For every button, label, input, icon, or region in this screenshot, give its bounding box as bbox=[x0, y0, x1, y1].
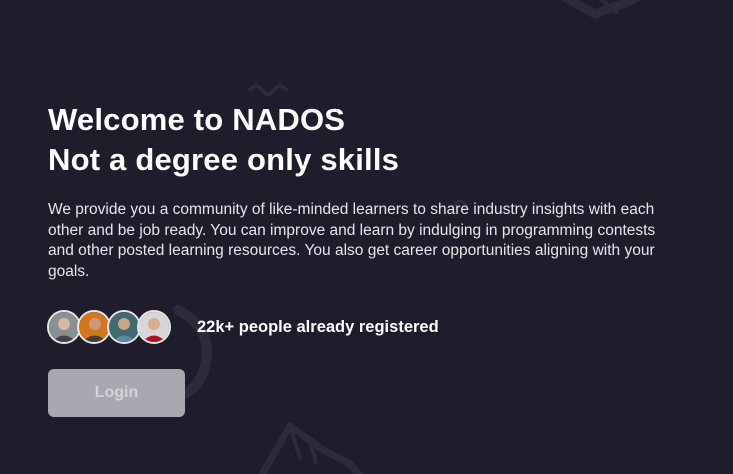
avatar bbox=[47, 310, 81, 344]
page-title: Welcome to NADOS Not a degree only skill… bbox=[48, 100, 399, 180]
title-line-2: Not a degree only skills bbox=[48, 142, 400, 177]
landing-page: Welcome to NADOS Not a degree only skill… bbox=[0, 0, 733, 474]
title-line-1: Welcome to NADOS bbox=[48, 102, 346, 137]
top-doodle-icon bbox=[560, 0, 641, 19]
avatar bbox=[107, 310, 141, 344]
registered-count-text: 22k+ people already registered bbox=[197, 317, 439, 336]
login-button[interactable]: Login bbox=[48, 369, 185, 417]
registered-users-row: 22k+ people already registered bbox=[47, 310, 439, 344]
squiggle-icon bbox=[248, 84, 288, 96]
triangle-doodle-icon bbox=[258, 422, 364, 474]
description-text: We provide you a community of like-minde… bbox=[48, 201, 656, 280]
avatar bbox=[137, 310, 171, 344]
avatar-group bbox=[47, 310, 171, 344]
avatar bbox=[77, 310, 111, 344]
